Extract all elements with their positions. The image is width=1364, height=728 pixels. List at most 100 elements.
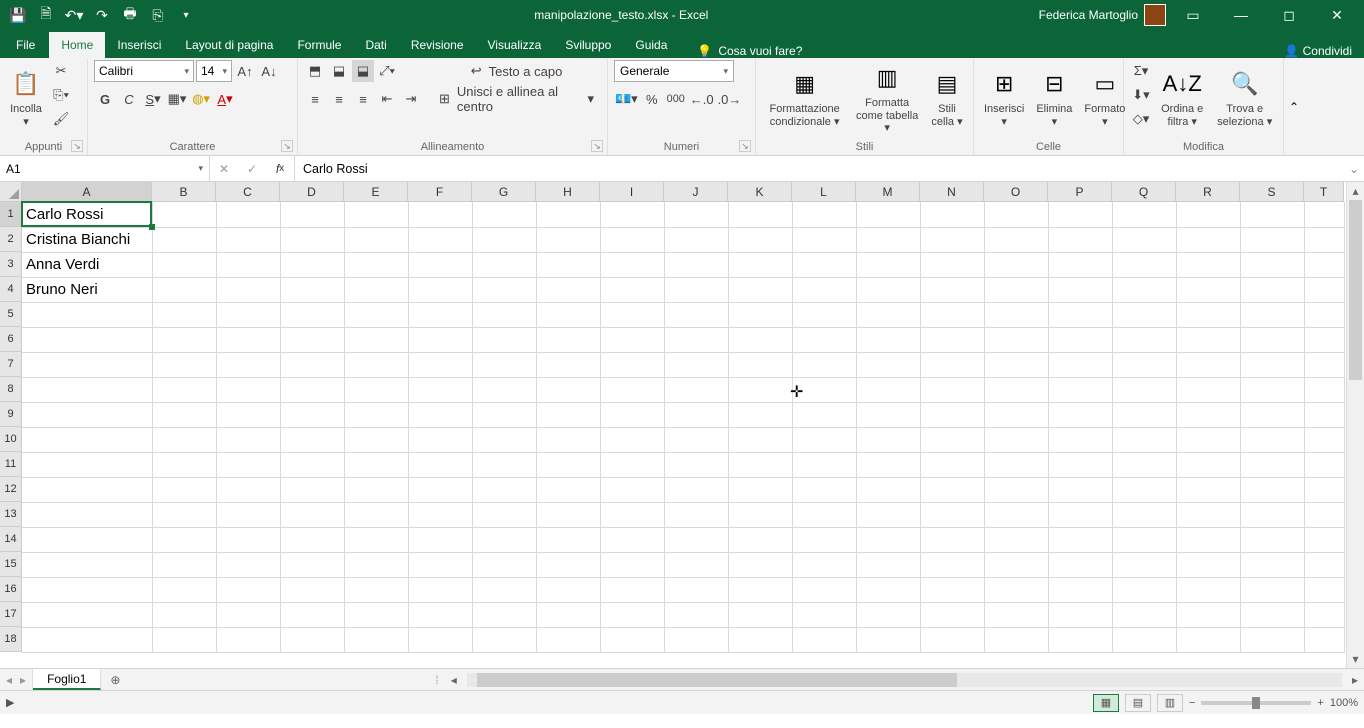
indent-decrease-button[interactable]: ⇤ (376, 88, 398, 110)
cell-Q10[interactable] (1112, 427, 1176, 452)
cell-I12[interactable] (600, 477, 664, 502)
cell-K10[interactable] (728, 427, 792, 452)
cell-K3[interactable] (728, 252, 792, 277)
cell-P7[interactable] (1048, 352, 1112, 377)
row-headers[interactable]: 123456789101112131415161718 (0, 202, 22, 653)
cell-M16[interactable] (856, 577, 920, 602)
cell-B15[interactable] (152, 552, 216, 577)
cell-S17[interactable] (1240, 602, 1304, 627)
cell-C3[interactable] (216, 252, 280, 277)
cell-T13[interactable] (1304, 502, 1344, 527)
cell-L6[interactable] (792, 327, 856, 352)
cell-G17[interactable] (472, 602, 536, 627)
cell-D9[interactable] (280, 402, 344, 427)
cell-D10[interactable] (280, 427, 344, 452)
cell-D6[interactable] (280, 327, 344, 352)
cell-D16[interactable] (280, 577, 344, 602)
cell-T11[interactable] (1304, 452, 1344, 477)
number-format-select[interactable]: Generale▾ (614, 60, 734, 82)
cell-B16[interactable] (152, 577, 216, 602)
cell-M9[interactable] (856, 402, 920, 427)
cell-P3[interactable] (1048, 252, 1112, 277)
cell-K13[interactable] (728, 502, 792, 527)
cell-H6[interactable] (536, 327, 600, 352)
cell-N11[interactable] (920, 452, 984, 477)
cell-E14[interactable] (344, 527, 408, 552)
cell-N15[interactable] (920, 552, 984, 577)
add-sheet-button[interactable]: ⊕ (101, 669, 129, 690)
cell-A14[interactable] (22, 527, 152, 552)
cell-N10[interactable] (920, 427, 984, 452)
cell-S10[interactable] (1240, 427, 1304, 452)
cell-G3[interactable] (472, 252, 536, 277)
cell-J17[interactable] (664, 602, 728, 627)
row-header-3[interactable]: 3 (0, 252, 22, 277)
cell-I6[interactable] (600, 327, 664, 352)
cell-R5[interactable] (1176, 302, 1240, 327)
cell-R17[interactable] (1176, 602, 1240, 627)
cell-J2[interactable] (664, 227, 728, 252)
font-size-select[interactable]: 14▾ (196, 60, 232, 82)
col-header-I[interactable]: I (600, 182, 664, 202)
cell-B11[interactable] (152, 452, 216, 477)
numeri-launcher[interactable]: ↘ (739, 140, 751, 152)
cell-K12[interactable] (728, 477, 792, 502)
column-headers[interactable]: ABCDEFGHIJKLMNOPQRST (22, 182, 1344, 202)
cell-J13[interactable] (664, 502, 728, 527)
cell-F14[interactable] (408, 527, 472, 552)
delete-cells-button[interactable]: ⊟Elimina▾ (1032, 60, 1076, 137)
cell-H11[interactable] (536, 452, 600, 477)
cell-S3[interactable] (1240, 252, 1304, 277)
cell-T3[interactable] (1304, 252, 1344, 277)
cell-M5[interactable] (856, 302, 920, 327)
cell-E16[interactable] (344, 577, 408, 602)
user-name[interactable]: Federica Martoglio (1039, 8, 1138, 22)
cell-C10[interactable] (216, 427, 280, 452)
cell-I10[interactable] (600, 427, 664, 452)
col-header-R[interactable]: R (1176, 182, 1240, 202)
horizontal-scrollbar[interactable]: ⁞ ◂ ▸ (129, 669, 1364, 690)
row-header-2[interactable]: 2 (0, 227, 22, 252)
col-header-G[interactable]: G (472, 182, 536, 202)
cell-M14[interactable] (856, 527, 920, 552)
col-header-F[interactable]: F (408, 182, 472, 202)
cell-R1[interactable] (1176, 202, 1240, 227)
cell-B17[interactable] (152, 602, 216, 627)
cell-P2[interactable] (1048, 227, 1112, 252)
cell-N4[interactable] (920, 277, 984, 302)
align-bottom-button[interactable]: ⬓ (352, 60, 374, 82)
tab-revisione[interactable]: Revisione (399, 32, 476, 58)
cell-A15[interactable] (22, 552, 152, 577)
cell-F8[interactable] (408, 377, 472, 402)
cell-M3[interactable] (856, 252, 920, 277)
normal-view-button[interactable]: ▦ (1093, 694, 1119, 712)
cell-E17[interactable] (344, 602, 408, 627)
cell-L9[interactable] (792, 402, 856, 427)
cell-N12[interactable] (920, 477, 984, 502)
bold-button[interactable]: G (94, 88, 116, 110)
cell-Q13[interactable] (1112, 502, 1176, 527)
decrease-decimal-button[interactable]: .0→ (717, 88, 743, 110)
cell-E7[interactable] (344, 352, 408, 377)
cell-I15[interactable] (600, 552, 664, 577)
cell-N5[interactable] (920, 302, 984, 327)
cell-E15[interactable] (344, 552, 408, 577)
cell-H2[interactable] (536, 227, 600, 252)
maximize-button[interactable]: ◻ (1268, 0, 1310, 30)
cell-G18[interactable] (472, 627, 536, 652)
cell-C5[interactable] (216, 302, 280, 327)
cell-A7[interactable] (22, 352, 152, 377)
cell-P8[interactable] (1048, 377, 1112, 402)
name-box-input[interactable] (6, 162, 166, 176)
scroll-left-button[interactable]: ◂ (445, 673, 463, 687)
cell-R3[interactable] (1176, 252, 1240, 277)
cell-H10[interactable] (536, 427, 600, 452)
cell-E2[interactable] (344, 227, 408, 252)
cell-T18[interactable] (1304, 627, 1344, 652)
cell-I4[interactable] (600, 277, 664, 302)
cell-Q9[interactable] (1112, 402, 1176, 427)
row-header-13[interactable]: 13 (0, 502, 22, 527)
enter-formula-button[interactable]: ✓ (238, 162, 266, 176)
cell-B14[interactable] (152, 527, 216, 552)
insert-function-button[interactable]: fx (266, 162, 294, 176)
